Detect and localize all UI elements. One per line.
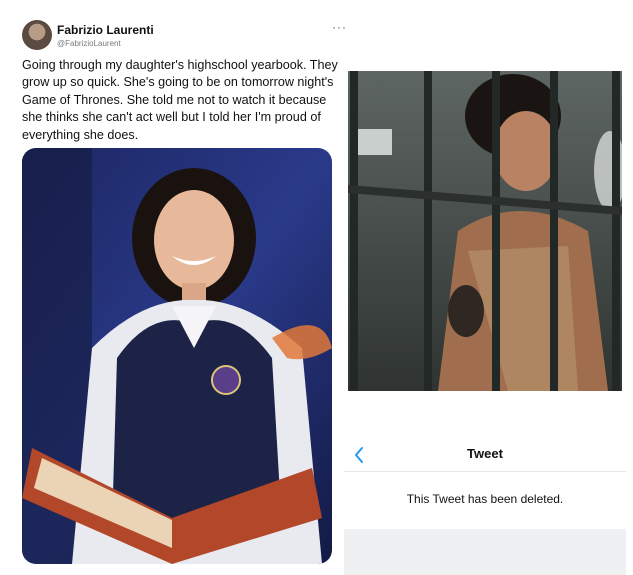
panel-divider	[344, 471, 626, 472]
scene-photo[interactable]	[348, 71, 622, 391]
avatar[interactable]	[22, 20, 52, 50]
tweet-photo[interactable]	[22, 148, 332, 564]
prison-scene-photo	[348, 71, 622, 391]
yearbook-photo	[22, 148, 332, 564]
deleted-message: This Tweet has been deleted.	[406, 492, 564, 506]
ellipsis-icon[interactable]: ···	[332, 20, 347, 34]
footer-area	[344, 529, 626, 575]
panel-title: Tweet	[467, 446, 503, 461]
deleted-tweet-panel: Tweet This Tweet has been deleted.	[344, 437, 626, 575]
author-name[interactable]: Fabrizio Laurenti	[57, 23, 154, 37]
author-handle[interactable]: @FabrizioLaurent	[57, 39, 121, 48]
tweet-card: Fabrizio Laurenti @FabrizioLaurent ··· G…	[14, 10, 346, 570]
tweet-text: Going through my daughter's highschool y…	[22, 58, 338, 142]
